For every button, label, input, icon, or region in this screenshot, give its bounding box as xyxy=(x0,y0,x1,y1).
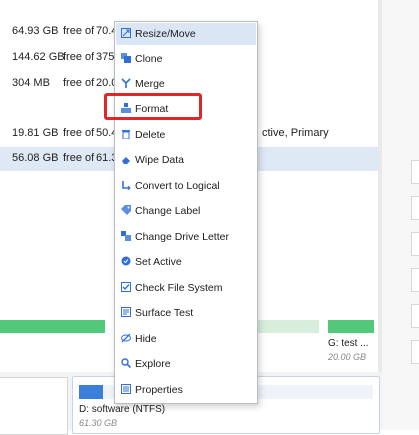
menu-item-convert-to-logical[interactable]: Convert to Logical xyxy=(116,175,256,197)
free-of-label: free of xyxy=(63,127,95,139)
menu-item-label: Change Label xyxy=(135,205,201,217)
menu-item-properties[interactable]: Properties xyxy=(116,379,256,401)
free-of-label: free of xyxy=(63,51,95,63)
menu-item-hide[interactable]: Hide xyxy=(116,328,256,350)
surface-test-icon xyxy=(121,307,131,317)
menu-item-surface-test[interactable]: Surface Test xyxy=(116,302,256,324)
convert-icon xyxy=(122,181,131,190)
properties-icon xyxy=(121,384,131,394)
check-icon xyxy=(121,282,131,292)
context-menu: Resize/Move Clone Merge Format Delete Wi… xyxy=(114,21,258,404)
disk-map-size: 20.00 GB xyxy=(328,352,367,362)
menu-item-merge[interactable]: Merge xyxy=(116,73,256,95)
merge-icon xyxy=(121,78,131,88)
partition-name: D: software (NTFS) xyxy=(79,404,166,415)
partition-status: ctive, Primary xyxy=(262,127,329,139)
disk-map-label[interactable]: G: test ... xyxy=(328,338,369,349)
partition-size: 64.93 GB xyxy=(12,25,59,37)
menu-item-label: Wipe Data xyxy=(135,154,185,166)
side-panel-box[interactable] xyxy=(411,196,419,220)
menu-item-label: Properties xyxy=(135,384,183,396)
menu-item-change-label[interactable]: Change Label xyxy=(116,200,256,222)
partition-card[interactable] xyxy=(0,377,68,435)
menu-item-label: Hide xyxy=(135,333,157,345)
wipe-icon xyxy=(122,157,130,164)
hide-icon xyxy=(121,333,131,343)
label-icon xyxy=(121,205,131,215)
partition-size: 144.62 GB xyxy=(12,51,65,63)
menu-item-label: Merge xyxy=(135,78,165,90)
menu-item-label: Surface Test xyxy=(135,307,194,319)
menu-item-delete[interactable]: Delete xyxy=(116,124,256,146)
partition-size: 56.08 GB xyxy=(12,152,59,164)
menu-item-label: Resize/Move xyxy=(135,28,196,40)
menu-item-clone[interactable]: Clone xyxy=(116,48,256,70)
menu-item-label: Delete xyxy=(135,129,166,141)
menu-item-resize-move[interactable]: Resize/Move xyxy=(116,23,256,45)
drive-letter-icon xyxy=(121,231,131,241)
menu-item-label: Set Active xyxy=(135,256,182,268)
menu-item-label: Change Drive Letter xyxy=(135,231,229,243)
menu-item-set-active[interactable]: Set Active xyxy=(116,251,256,273)
partition-used-bar xyxy=(79,385,103,399)
partition-usage-bar[interactable] xyxy=(328,320,374,333)
menu-item-label: Check File System xyxy=(135,282,223,294)
partition-size: 304 MB xyxy=(12,77,50,89)
menu-item-label: Convert to Logical xyxy=(135,180,220,192)
side-panel-box[interactable] xyxy=(411,304,419,328)
menu-item-explore[interactable]: Explore xyxy=(116,353,256,375)
menu-item-label: Clone xyxy=(135,53,163,65)
menu-item-wipe-data[interactable]: Wipe Data xyxy=(116,149,256,171)
side-panel-box[interactable] xyxy=(411,268,419,292)
resize-icon xyxy=(121,28,131,38)
side-panel-box[interactable] xyxy=(411,232,419,256)
menu-item-change-drive-letter[interactable]: Change Drive Letter xyxy=(116,226,256,248)
set-active-icon xyxy=(121,256,131,266)
partition-capacity: 61.30 GB xyxy=(79,418,118,428)
highlight-callout-box xyxy=(104,93,202,120)
explore-icon xyxy=(121,358,131,368)
partition-usage-bar[interactable] xyxy=(0,320,105,333)
menu-item-label: Explore xyxy=(135,358,171,370)
partition-size: 19.81 GB xyxy=(12,127,59,139)
side-panel-box[interactable] xyxy=(411,160,419,184)
free-of-label: free of xyxy=(63,77,95,89)
side-panel-box[interactable] xyxy=(411,340,419,364)
clone-icon xyxy=(121,53,131,63)
free-of-label: free of xyxy=(63,152,95,164)
partition-usage-bar[interactable] xyxy=(257,320,319,333)
free-of-label: free of xyxy=(63,25,95,37)
partition-total: 375 xyxy=(96,51,115,63)
menu-item-check-file-system[interactable]: Check File System xyxy=(116,277,256,299)
delete-icon xyxy=(122,130,130,139)
